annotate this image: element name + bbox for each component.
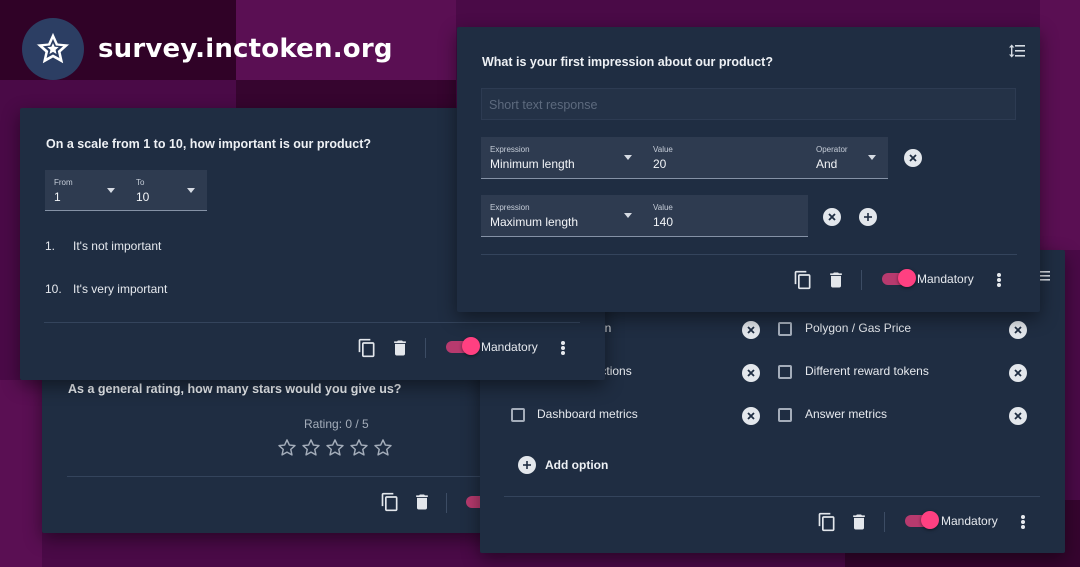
background-block xyxy=(236,80,456,110)
footer-separator xyxy=(861,270,862,290)
remove-rule-icon[interactable] xyxy=(904,149,922,167)
value-label: Value xyxy=(653,203,673,212)
value-value: 20 xyxy=(653,157,667,171)
to-select[interactable]: To 10 xyxy=(127,170,207,211)
more-options-icon[interactable] xyxy=(1020,513,1026,531)
option-checkbox[interactable] xyxy=(511,408,525,422)
text-question-card: What is your first impression about our … xyxy=(457,27,1040,312)
card-divider xyxy=(481,254,1017,255)
mandatory-toggle[interactable] xyxy=(882,269,916,287)
sort-validation-icon[interactable] xyxy=(1009,44,1025,58)
option-label[interactable]: Polygon / Gas Price xyxy=(805,321,911,335)
to-select-label: To xyxy=(136,178,145,187)
footer-separator xyxy=(884,512,885,532)
star-rating xyxy=(276,437,396,461)
star-icon[interactable] xyxy=(276,437,298,459)
mandatory-label: Mandatory xyxy=(481,340,538,354)
to-select-value: 10 xyxy=(136,190,150,204)
expression-value: Maximum length xyxy=(490,215,579,229)
remove-rule-icon[interactable] xyxy=(823,208,841,226)
from-select[interactable]: From 1 xyxy=(45,170,127,211)
delete-icon[interactable] xyxy=(825,269,847,291)
mandatory-toggle[interactable] xyxy=(905,511,939,529)
expression-select-min[interactable]: Expression Minimum length xyxy=(481,137,644,179)
remove-option-icon[interactable] xyxy=(742,364,760,382)
operator-value: And xyxy=(816,157,838,171)
brand: survey.inctoken.org xyxy=(22,18,393,80)
operator-label: Operator xyxy=(816,145,848,154)
expression-label: Expression xyxy=(490,145,530,154)
mandatory-label: Mandatory xyxy=(941,514,998,528)
scale-item-label[interactable]: It's not important xyxy=(73,239,161,253)
star-icon[interactable] xyxy=(372,437,394,459)
chevron-down-icon xyxy=(624,155,632,160)
option-checkbox[interactable] xyxy=(778,365,792,379)
add-option-button[interactable]: Add option xyxy=(545,458,608,472)
duplicate-icon[interactable] xyxy=(792,269,814,291)
value-label: Value xyxy=(653,145,673,154)
option-label[interactable]: Answer metrics xyxy=(805,407,887,421)
value-value: 140 xyxy=(653,215,674,229)
option-checkbox[interactable] xyxy=(778,322,792,336)
delete-icon[interactable] xyxy=(848,511,870,533)
more-options-icon[interactable] xyxy=(996,271,1002,289)
short-text-response-field[interactable]: Short text response xyxy=(481,88,1016,120)
scale-item-number: 1. xyxy=(45,239,56,253)
duplicate-icon[interactable] xyxy=(816,511,838,533)
remove-option-icon[interactable] xyxy=(742,321,760,339)
background-block xyxy=(0,380,42,567)
rating-text: Rating: 0 / 5 xyxy=(304,417,369,431)
option-checkbox[interactable] xyxy=(778,408,792,422)
add-rule-icon[interactable] xyxy=(859,208,877,226)
scale-item-label[interactable]: It's very important xyxy=(73,282,167,296)
expression-label: Expression xyxy=(490,203,530,212)
text-question-title: What is your first impression about our … xyxy=(482,55,773,69)
footer-separator xyxy=(425,338,426,358)
star-icon[interactable] xyxy=(348,437,370,459)
remove-option-icon[interactable] xyxy=(742,407,760,425)
footer-separator xyxy=(446,493,447,513)
expression-value: Minimum length xyxy=(490,157,575,171)
chevron-down-icon xyxy=(107,188,115,193)
card-divider xyxy=(44,322,580,323)
card-divider xyxy=(504,496,1040,497)
option-label[interactable]: Dashboard metrics xyxy=(537,407,638,421)
delete-icon[interactable] xyxy=(411,491,433,513)
short-text-placeholder: Short text response xyxy=(489,98,598,112)
star-logo-icon xyxy=(22,18,84,80)
add-option-icon[interactable] xyxy=(518,456,536,474)
max-length-value-input[interactable]: Value 140 xyxy=(644,195,808,237)
star-icon[interactable] xyxy=(300,437,322,459)
from-select-label: From xyxy=(54,178,73,187)
remove-option-icon[interactable] xyxy=(1009,407,1027,425)
expression-select-max[interactable]: Expression Maximum length xyxy=(481,195,644,237)
remove-option-icon[interactable] xyxy=(1009,364,1027,382)
mandatory-toggle[interactable] xyxy=(446,337,480,355)
scale-question-title: On a scale from 1 to 10, how important i… xyxy=(46,137,372,151)
scale-item-number: 10. xyxy=(45,282,62,296)
remove-option-icon[interactable] xyxy=(1009,321,1027,339)
mandatory-label: Mandatory xyxy=(917,272,974,286)
brand-domain[interactable]: survey.inctoken.org xyxy=(98,34,393,64)
duplicate-icon[interactable] xyxy=(379,491,401,513)
duplicate-icon[interactable] xyxy=(356,337,378,359)
from-select-value: 1 xyxy=(54,190,61,204)
operator-select[interactable]: Operator And xyxy=(807,137,888,179)
min-length-value-input[interactable]: Value 20 xyxy=(644,137,807,179)
more-options-icon[interactable] xyxy=(560,339,566,357)
chevron-down-icon xyxy=(868,155,876,160)
background-block xyxy=(1040,0,1080,250)
delete-icon[interactable] xyxy=(389,337,411,359)
card-divider xyxy=(67,476,497,477)
chevron-down-icon xyxy=(187,188,195,193)
chevron-down-icon xyxy=(624,213,632,218)
star-icon[interactable] xyxy=(324,437,346,459)
rating-question-title: As a general rating, how many stars woul… xyxy=(68,382,402,396)
option-label[interactable]: Different reward tokens xyxy=(805,364,929,378)
